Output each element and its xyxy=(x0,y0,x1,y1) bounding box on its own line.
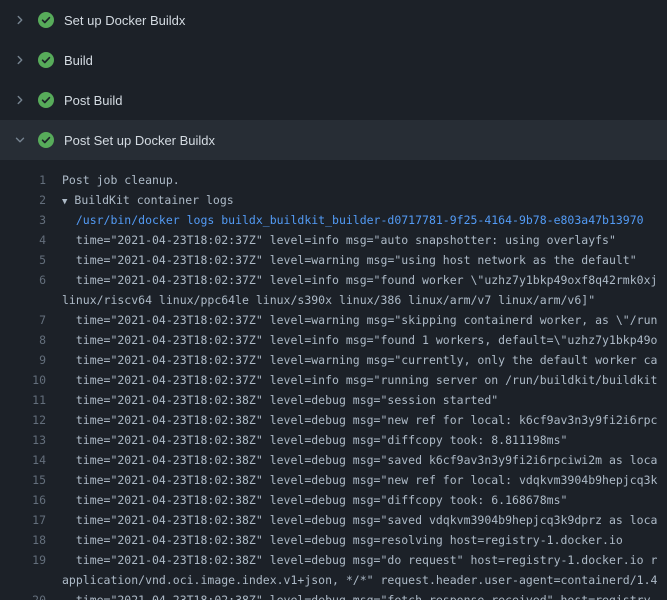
log-output: 1 Post job cleanup. 2 ▼ BuildKit containe… xyxy=(0,160,667,600)
chevron-right-icon xyxy=(13,93,27,107)
log-line: 16 time="2021-04-23T18:02:38Z" level=deb… xyxy=(0,490,667,510)
chevron-right-icon xyxy=(13,13,27,27)
log-text: time="2021-04-23T18:02:38Z" level=debug … xyxy=(62,470,657,490)
log-text: time="2021-04-23T18:02:37Z" level=info m… xyxy=(62,370,657,390)
step-header-build[interactable]: Build xyxy=(0,40,667,80)
line-number[interactable]: 14 xyxy=(0,450,46,470)
log-text: time="2021-04-23T18:02:38Z" level=debug … xyxy=(62,490,567,510)
log-text: time="2021-04-23T18:02:38Z" level=debug … xyxy=(62,590,651,600)
line-number[interactable]: 7 xyxy=(0,310,46,330)
command-text: /usr/bin/docker logs buildx_buildkit_bui… xyxy=(62,210,644,230)
group-label: BuildKit container logs xyxy=(74,193,233,207)
log-text: time="2021-04-23T18:02:38Z" level=debug … xyxy=(62,430,567,450)
log-line: 19 time="2021-04-23T18:02:38Z" level=deb… xyxy=(0,550,667,570)
step-label: Set up Docker Buildx xyxy=(64,13,185,28)
line-number[interactable]: 5 xyxy=(0,250,46,270)
step-header-set-up-docker-buildx[interactable]: Set up Docker Buildx xyxy=(0,0,667,40)
log-line: 20 time="2021-04-23T18:02:38Z" level=deb… xyxy=(0,590,667,600)
log-group: ▼ BuildKit container logs xyxy=(62,190,234,210)
line-number[interactable]: 9 xyxy=(0,350,46,370)
step-label: Build xyxy=(64,53,93,68)
log-text: Post job cleanup. xyxy=(62,170,180,190)
log-line: 11 time="2021-04-23T18:02:38Z" level=deb… xyxy=(0,390,667,410)
step-list: Set up Docker Buildx Build Post Build Po… xyxy=(0,0,667,160)
step-header-post-set-up-docker-buildx[interactable]: Post Set up Docker Buildx xyxy=(0,120,667,160)
log-text: time="2021-04-23T18:02:38Z" level=debug … xyxy=(62,390,498,410)
log-text: time="2021-04-23T18:02:38Z" level=debug … xyxy=(62,450,657,470)
line-number[interactable]: 8 xyxy=(0,330,46,350)
log-line: 7 time="2021-04-23T18:02:37Z" level=warn… xyxy=(0,310,667,330)
log-line: 15 time="2021-04-23T18:02:38Z" level=deb… xyxy=(0,470,667,490)
log-text: time="2021-04-23T18:02:37Z" level=warnin… xyxy=(62,350,657,370)
line-number[interactable]: 11 xyxy=(0,390,46,410)
log-text: time="2021-04-23T18:02:37Z" level=info m… xyxy=(62,330,657,350)
log-line: 8 time="2021-04-23T18:02:37Z" level=info… xyxy=(0,330,667,350)
log-line: 12 time="2021-04-23T18:02:38Z" level=deb… xyxy=(0,410,667,430)
log-line: 14 time="2021-04-23T18:02:38Z" level=deb… xyxy=(0,450,667,470)
check-circle-icon xyxy=(38,132,54,148)
actions-log-viewer: { "colors": { "background": "#1c2128", "… xyxy=(0,0,667,600)
line-number[interactable]: 12 xyxy=(0,410,46,430)
log-text: application/vnd.oci.image.index.v1+json,… xyxy=(62,570,657,590)
line-number[interactable]: 3 xyxy=(0,210,46,230)
line-number[interactable]: 20 xyxy=(0,590,46,600)
log-text: linux/riscv64 linux/ppc64le linux/s390x … xyxy=(62,290,595,310)
log-group-row[interactable]: 2 ▼ BuildKit container logs xyxy=(0,190,667,210)
log-line: 6 time="2021-04-23T18:02:37Z" level=info… xyxy=(0,270,667,290)
line-number[interactable]: 16 xyxy=(0,490,46,510)
line-number[interactable]: 4 xyxy=(0,230,46,250)
line-number[interactable]: 17 xyxy=(0,510,46,530)
line-number[interactable]: 2 xyxy=(0,190,46,210)
log-line: 9 time="2021-04-23T18:02:37Z" level=warn… xyxy=(0,350,667,370)
chevron-right-icon xyxy=(13,53,27,67)
line-number xyxy=(0,290,46,310)
line-number[interactable]: 10 xyxy=(0,370,46,390)
log-line: 13 time="2021-04-23T18:02:38Z" level=deb… xyxy=(0,430,667,450)
log-line: 4 time="2021-04-23T18:02:37Z" level=info… xyxy=(0,230,667,250)
log-line: 5 time="2021-04-23T18:02:37Z" level=warn… xyxy=(0,250,667,270)
line-number xyxy=(0,570,46,590)
log-text: time="2021-04-23T18:02:37Z" level=info m… xyxy=(62,270,657,290)
log-text: time="2021-04-23T18:02:37Z" level=warnin… xyxy=(62,310,657,330)
log-line: 17 time="2021-04-23T18:02:38Z" level=deb… xyxy=(0,510,667,530)
log-line: 1 Post job cleanup. xyxy=(0,170,667,190)
check-circle-icon xyxy=(38,92,54,108)
line-number[interactable]: 1 xyxy=(0,170,46,190)
chevron-down-icon xyxy=(13,133,27,147)
line-number[interactable]: 15 xyxy=(0,470,46,490)
log-text: time="2021-04-23T18:02:37Z" level=warnin… xyxy=(62,250,637,270)
log-line-wrap: linux/riscv64 linux/ppc64le linux/s390x … xyxy=(0,290,667,310)
log-text: time="2021-04-23T18:02:38Z" level=debug … xyxy=(62,410,657,430)
check-circle-icon xyxy=(38,52,54,68)
log-text: time="2021-04-23T18:02:37Z" level=info m… xyxy=(62,230,616,250)
log-text: time="2021-04-23T18:02:38Z" level=debug … xyxy=(62,550,657,570)
step-header-post-build[interactable]: Post Build xyxy=(0,80,667,120)
line-number[interactable]: 19 xyxy=(0,550,46,570)
log-line: 10 time="2021-04-23T18:02:37Z" level=inf… xyxy=(0,370,667,390)
group-toggle-icon: ▼ xyxy=(62,197,67,207)
log-line: 3 /usr/bin/docker logs buildx_buildkit_b… xyxy=(0,210,667,230)
line-number[interactable]: 6 xyxy=(0,270,46,290)
log-text: time="2021-04-23T18:02:38Z" level=debug … xyxy=(62,530,623,550)
log-text: time="2021-04-23T18:02:38Z" level=debug … xyxy=(62,510,657,530)
check-circle-icon xyxy=(38,12,54,28)
step-label: Post Build xyxy=(64,93,123,108)
line-number[interactable]: 18 xyxy=(0,530,46,550)
log-line-wrap: application/vnd.oci.image.index.v1+json,… xyxy=(0,570,667,590)
log-line: 18 time="2021-04-23T18:02:38Z" level=deb… xyxy=(0,530,667,550)
line-number[interactable]: 13 xyxy=(0,430,46,450)
step-label: Post Set up Docker Buildx xyxy=(64,133,215,148)
